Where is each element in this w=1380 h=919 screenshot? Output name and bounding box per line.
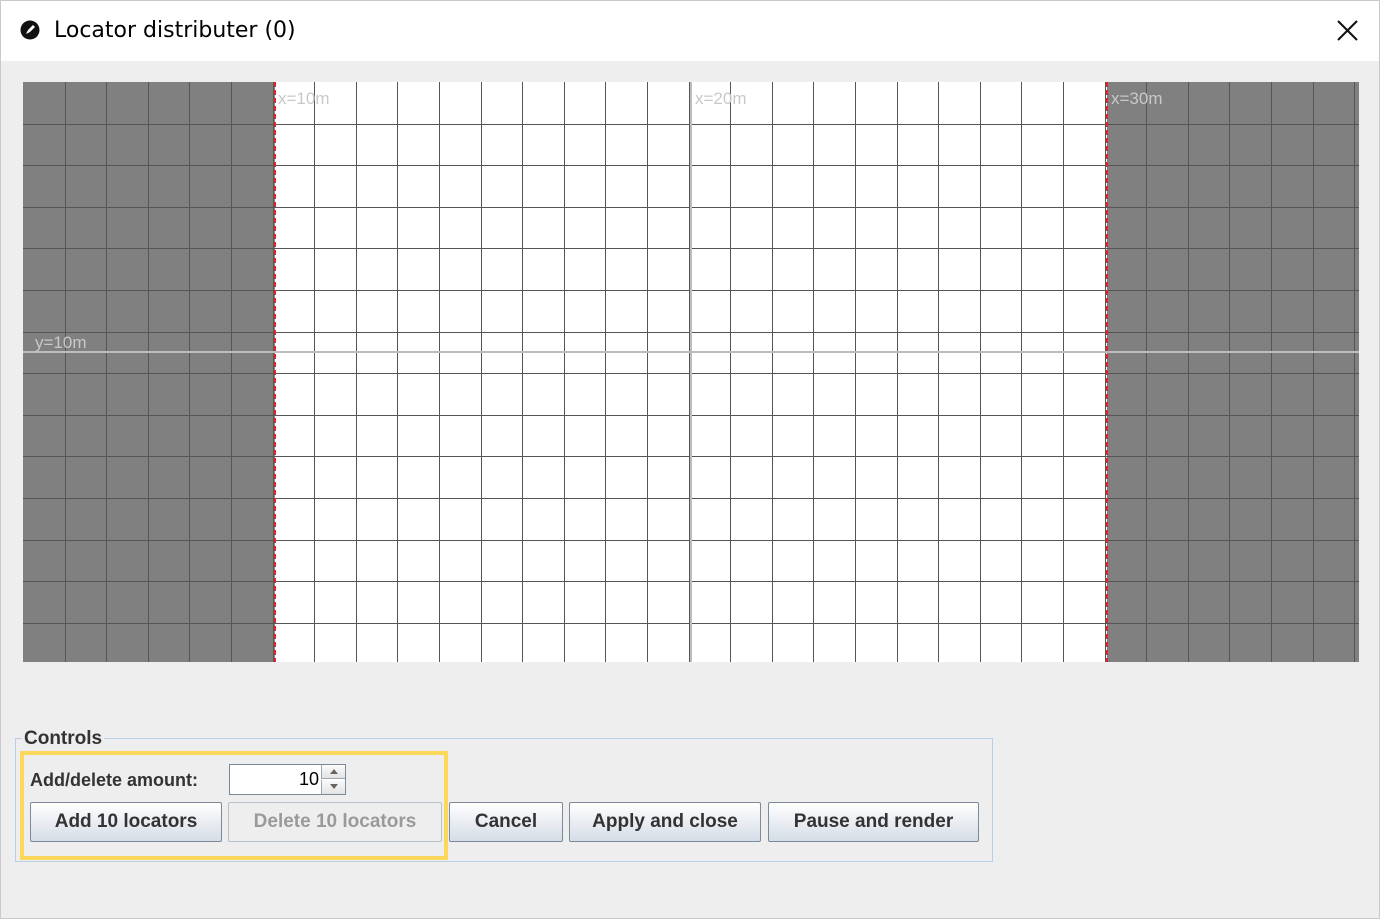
x-label-10m: x=10m [278, 89, 330, 108]
amount-spinner[interactable] [229, 764, 346, 795]
chevron-down-icon [330, 784, 338, 789]
x-label-30m: x=30m [1111, 89, 1163, 108]
title-bar: Locator distributer (0) [1, 1, 1379, 61]
close-icon [1337, 20, 1358, 41]
apply-and-close-button[interactable]: Apply and close [569, 802, 761, 842]
chevron-up-icon [330, 769, 338, 774]
grid-svg[interactable]: x=10m x=20m x=30m y=10m [23, 82, 1359, 662]
app-icon [20, 20, 40, 40]
y-label-10m: y=10m [35, 333, 87, 352]
locator-grid-canvas[interactable]: x=10m x=20m x=30m y=10m [23, 82, 1359, 662]
delete-locators-button[interactable]: Delete 10 locators [228, 802, 442, 842]
spinner-decrement-button[interactable] [321, 780, 345, 794]
close-button[interactable] [1323, 9, 1371, 53]
controls-legend: Controls [22, 728, 105, 750]
x-label-20m: x=20m [695, 89, 747, 108]
add-locators-button[interactable]: Add 10 locators [30, 802, 222, 842]
pause-and-render-button[interactable]: Pause and render [768, 802, 979, 842]
window-title: Locator distributer (0) [54, 18, 296, 43]
outside-region-right [1107, 82, 1359, 662]
cancel-button[interactable]: Cancel [449, 802, 563, 842]
amount-input[interactable] [230, 765, 321, 794]
spinner-increment-button[interactable] [321, 765, 345, 779]
amount-label: Add/delete amount: [30, 770, 199, 790]
